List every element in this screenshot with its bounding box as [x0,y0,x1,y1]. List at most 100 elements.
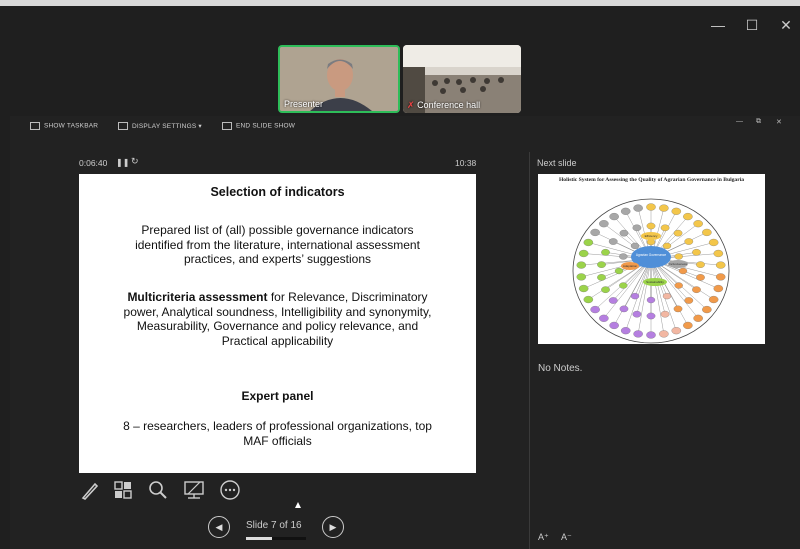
diagram-node [693,220,703,228]
diagram-node [693,314,703,322]
previous-slide-button[interactable]: ◀ [208,516,230,538]
paragraph-line: power, Analytical soundness, Intelligibi… [123,304,432,319]
diagram-node [660,310,670,318]
diagram-node [659,204,669,212]
diagram-node [576,261,587,269]
paragraph-line: practices, and experts’ suggestions [184,252,371,266]
zoom-icon[interactable] [147,479,169,501]
diagram-node [599,220,609,228]
diagram-node [646,331,656,339]
diagram-node [599,314,609,322]
show-taskbar-label: SHOW TASKBAR [44,122,99,130]
diagram-node [684,238,694,245]
diagram-node [578,249,589,258]
close-button[interactable]: ✕ [775,14,797,36]
current-slide: Selection of indicators Prepared list of… [79,174,476,473]
diagram-node [619,253,628,260]
diagram-node [692,249,701,256]
diagram-node [632,310,642,318]
next-slide-label: Next slide [537,158,577,168]
elapsed-timer: 0:06:40 [79,158,108,168]
slide-paragraph-multicriteria: Multicriteria assessment for Relevance, … [79,290,476,348]
slides-grid-icon[interactable] [112,479,134,501]
diagram-node [659,330,669,338]
presenter-close-button[interactable]: ✕ [776,118,782,126]
diagram-node [578,284,589,293]
diagram-node [609,321,619,330]
diagram-node [708,238,719,247]
diagram-node [660,224,670,232]
paragraph-line: Prepared list of (all) possible governan… [141,223,414,237]
pause-timer-icon[interactable]: ❚❚ [116,158,129,167]
next-slide-button[interactable]: ▶ [322,516,344,538]
diagram-node [609,212,619,221]
pen-icon[interactable] [79,479,101,501]
diagram-node [674,253,683,260]
video-tile-conference-hall[interactable]: ✗ Conference hall [403,45,521,113]
presenter-restore-button[interactable]: ⧉ [756,118,761,126]
diagram-node [601,249,610,256]
end-show-icon [222,122,232,130]
diagram-node [583,238,594,247]
diagram-node [646,203,656,211]
pane-divider[interactable] [529,152,530,549]
efficiency-label: Efficiency [645,234,658,238]
paragraph-line: Multicriteria assessment for Relevance, … [79,290,476,305]
slide-progress-fill [246,537,273,540]
diagram-node [597,274,606,281]
diagram-node [662,242,672,250]
diagram-node [671,207,682,215]
diagram-node [601,286,610,293]
next-slide-preview[interactable]: Holistic System for Assessing the Qualit… [538,174,765,344]
diagram-node [671,327,682,335]
diagram-node [715,273,726,281]
diagram-node [620,327,631,335]
slide-navigation: ◀ Slide 7 of 16 ▶ [208,516,348,540]
slide-progress-bar [246,537,306,540]
minimize-button[interactable]: — [707,14,729,36]
diagram-node [673,305,683,313]
display-settings-button[interactable]: DISPLAY SETTINGS ▾ [118,122,202,131]
maximize-button[interactable]: ☐ [741,14,763,36]
center-label: Agrarian Governance [636,253,667,257]
video-tile-presenter[interactable]: Presenter [278,45,400,113]
diagram-node [619,305,629,313]
paragraph-line: MAF officials [243,433,312,448]
slide-counter[interactable]: Slide 7 of 16 [246,520,302,531]
inclusiveness-label: Inclusiveness [669,262,688,266]
subtitles-icon[interactable] [183,479,205,501]
diagram-node [696,274,705,281]
governance-diagram: Agrarian Governance Efficiency Adaptatio… [572,198,730,344]
diagram-node [646,296,656,304]
increase-font-button[interactable]: A⁺ [538,532,549,543]
show-taskbar-button[interactable]: SHOW TASKBAR [30,122,98,130]
diagram-node [684,297,694,304]
diagram-node [696,261,705,268]
reset-timer-icon[interactable]: ↻ [131,156,139,167]
multicriteria-text: for Relevance, Discriminatory [267,290,428,304]
diagram-node [576,273,587,281]
paragraph-line: 8 – researchers, leaders of professional… [123,419,432,433]
more-options-icon[interactable] [219,479,241,501]
muted-microphone-icon: ✗ [407,100,415,110]
diagram-node [713,249,724,258]
diagram-node [632,224,642,232]
diagram-node [633,330,643,338]
speaker-notes[interactable]: No Notes. [538,363,582,374]
diagram-node [715,261,726,269]
display-icon [118,122,128,131]
sustainability-label: Sustainability [646,280,664,284]
diagram-node [630,292,640,300]
diagram-node [614,267,624,275]
next-slide-title: Holistic System for Assessing the Qualit… [558,177,745,183]
expert-panel-heading: Expert panel [241,389,314,403]
diagram-node [646,312,656,320]
presenter-minimize-button[interactable]: — [736,118,743,125]
slide-paragraph-indicators: Prepared list of (all) possible governan… [79,223,476,267]
end-slide-show-button[interactable]: END SLIDE SHOW [222,122,295,130]
paragraph-line: identified from the literature, internat… [135,237,420,252]
diagram-node [630,242,640,250]
decrease-font-button[interactable]: A⁻ [561,532,572,543]
diagram-node [702,305,712,314]
diagram-node [646,222,656,230]
